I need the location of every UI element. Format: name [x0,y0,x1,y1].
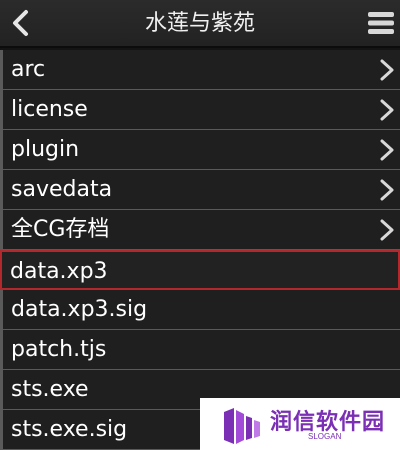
watermark-slogan: SLOGAN [308,432,342,441]
row-label: data.xp3 [10,259,108,284]
chevron-right-icon [380,179,394,201]
file-row-data-xp3[interactable]: data.xp3 [0,250,400,290]
hamburger-menu-icon[interactable] [366,8,396,38]
row-label: arc [11,57,46,82]
page-title: 水莲与紫苑 [144,11,255,36]
row-label: sts.exe [11,377,89,402]
row-label: 全CG存档 [11,217,110,242]
folder-row-plugin[interactable]: plugin [0,130,400,170]
chevron-left-icon[interactable] [4,4,40,42]
row-label: plugin [11,137,80,162]
chevron-right-icon [380,99,394,121]
row-label: savedata [11,177,113,202]
site-watermark: 润信软件园 SLOGAN [200,398,400,450]
folder-row-license[interactable]: license [0,90,400,130]
file-row-patch-tjs[interactable]: patch.tjs [0,330,400,370]
row-label: patch.tjs [11,337,107,362]
chevron-right-icon [380,219,394,241]
row-label: sts.exe.sig [11,417,128,442]
file-list: arc license plugin savedata 全CG存档 data.x… [0,50,400,450]
folder-row-cg-save[interactable]: 全CG存档 [0,210,400,250]
chevron-right-icon [380,139,394,161]
file-row-data-xp3-sig[interactable]: data.xp3.sig [0,290,400,330]
folder-row-arc[interactable]: arc [0,50,400,90]
folder-row-savedata[interactable]: savedata [0,170,400,210]
chevron-right-icon [380,59,394,81]
site-logo-icon [224,408,260,444]
app-header: 水莲与紫苑 [0,0,400,48]
row-label: license [11,97,88,122]
row-label: data.xp3.sig [11,297,148,322]
